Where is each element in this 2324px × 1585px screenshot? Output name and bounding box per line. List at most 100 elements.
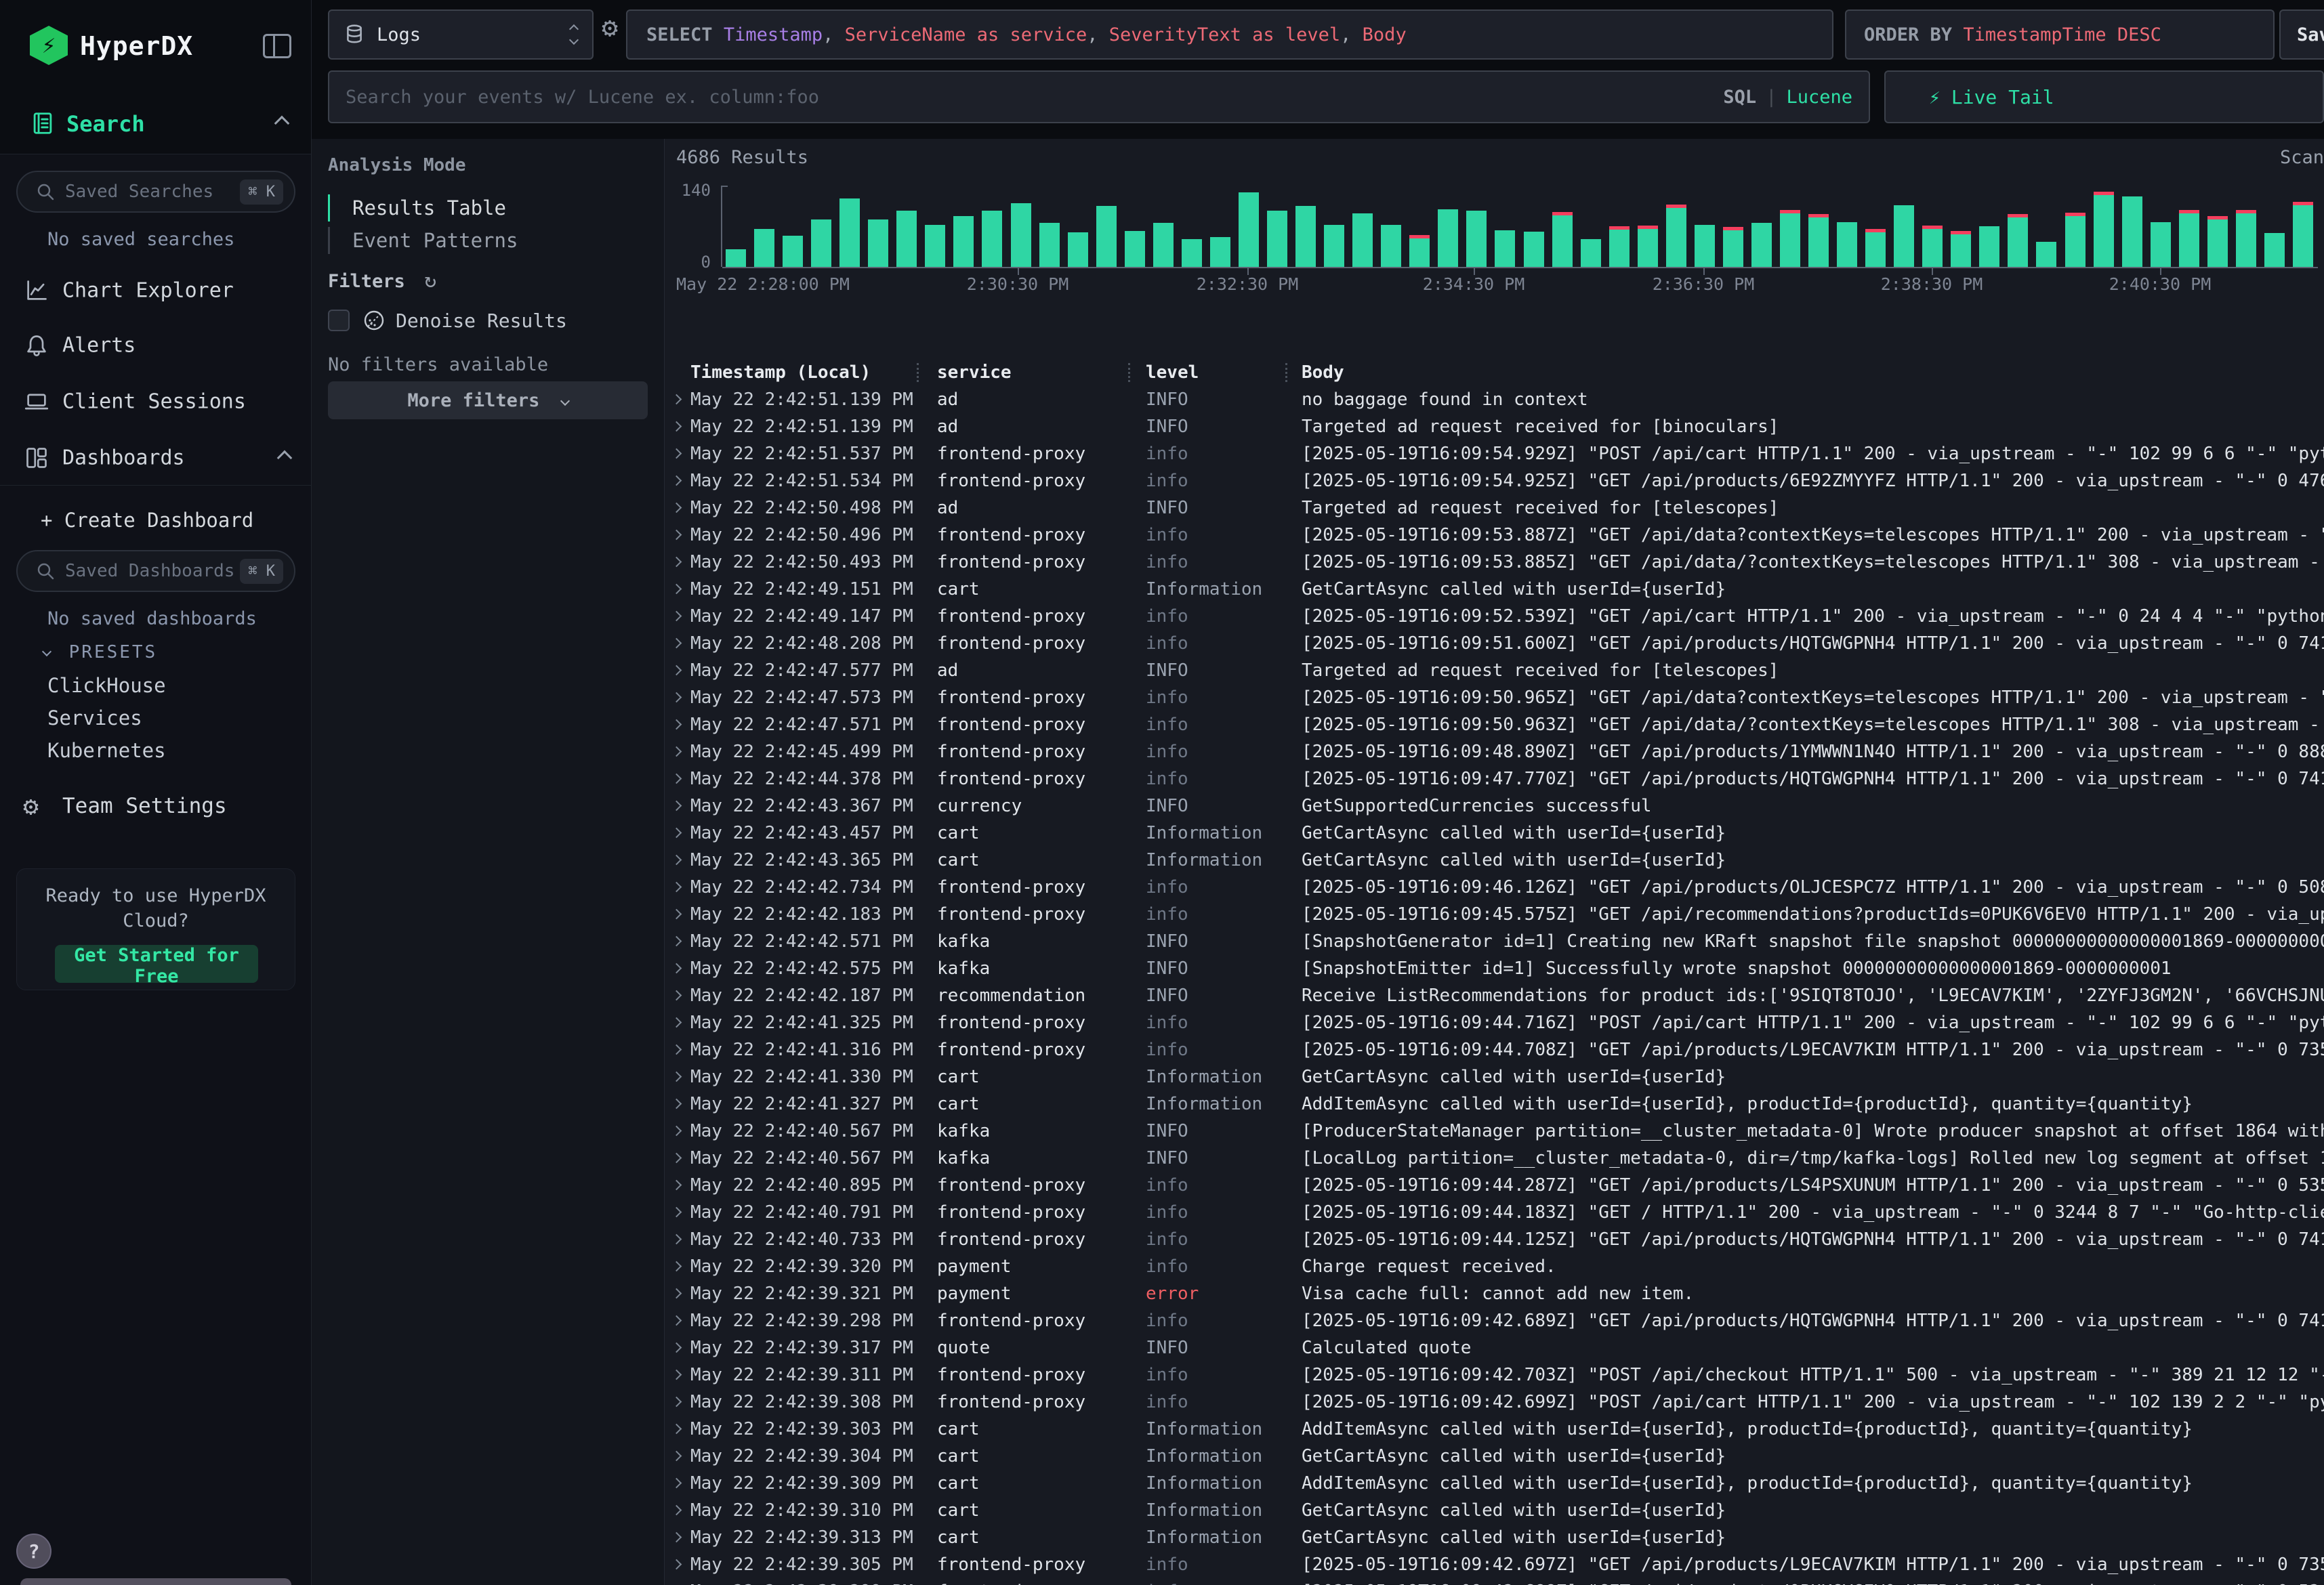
preset-kubernetes[interactable]: Kubernetes (47, 739, 166, 762)
log-row[interactable]: May 22 2:42:50.498 PMadINFOTargeted ad r… (665, 494, 2324, 522)
histogram-bar[interactable] (2236, 213, 2256, 267)
histogram-bar[interactable] (1125, 231, 1145, 267)
expand-row-icon[interactable] (671, 746, 682, 757)
live-tail-button[interactable]: ⚡ Live Tail (1884, 70, 2324, 123)
histogram-bar[interactable] (1495, 230, 1515, 267)
col-service[interactable]: service (937, 359, 1012, 386)
histogram-bar[interactable] (2065, 216, 2086, 267)
expand-row-icon[interactable] (671, 828, 682, 839)
log-row[interactable]: May 22 2:42:45.499 PMfrontend-proxyinfo[… (665, 738, 2324, 765)
sidebar-item-search[interactable]: Search (0, 108, 311, 138)
log-row[interactable]: May 22 2:42:41.325 PMfrontend-proxyinfo[… (665, 1009, 2324, 1036)
histogram-bar[interactable] (783, 236, 803, 267)
log-row[interactable]: May 22 2:42:50.496 PMfrontend-proxyinfo[… (665, 522, 2324, 549)
order-by-input[interactable]: ORDER BY TimestampTime DESC (1845, 9, 2275, 60)
histogram-bar[interactable] (1922, 229, 1943, 267)
histogram-bar[interactable] (1609, 230, 1630, 267)
expand-row-icon[interactable] (671, 503, 682, 513)
histogram-bar[interactable] (1808, 217, 1829, 267)
expand-row-icon[interactable] (671, 1397, 682, 1408)
log-row[interactable]: May 22 2:42:40.567 PMkafkaINFO[ProducerS… (665, 1118, 2324, 1145)
log-row[interactable]: May 22 2:42:40.791 PMfrontend-proxyinfo[… (665, 1199, 2324, 1226)
column-resize-handle[interactable] (1285, 363, 1287, 382)
expand-row-icon[interactable] (671, 801, 682, 811)
log-row[interactable]: May 22 2:42:39.321 PMpaymenterrorVisa ca… (665, 1280, 2324, 1307)
presets-toggle[interactable]: PRESETS (43, 642, 157, 662)
histogram-bar[interactable] (1751, 223, 1772, 267)
histogram-bar[interactable] (1153, 223, 1174, 267)
log-row[interactable]: May 22 2:42:49.147 PMfrontend-proxyinfo[… (665, 603, 2324, 630)
saved-dashboards-input[interactable]: Saved Dashboards ⌘ K (16, 550, 295, 592)
create-dashboard-button[interactable]: + Create Dashboard (0, 500, 312, 541)
histogram-bar[interactable] (2151, 222, 2171, 267)
expand-row-icon[interactable] (671, 530, 682, 541)
sidebar-item-team-settings[interactable]: ⚙ Team Settings (0, 786, 312, 826)
log-row[interactable]: May 22 2:42:39.309 PMcartInformationAddI… (665, 1470, 2324, 1497)
chevron-up-icon[interactable] (277, 450, 293, 466)
col-timestamp[interactable]: Timestamp (Local) (690, 359, 871, 386)
histogram-bar[interactable] (1780, 213, 1800, 267)
expand-row-icon[interactable] (671, 638, 682, 649)
log-row[interactable]: May 22 2:42:51.139 PMadINFOTargeted ad r… (665, 413, 2324, 440)
column-resize-handle[interactable] (917, 363, 919, 382)
log-row[interactable]: May 22 2:42:39.313 PMcartInformationGetC… (665, 1524, 2324, 1551)
expand-row-icon[interactable] (671, 1424, 682, 1435)
get-started-button[interactable]: Get Started for Free (55, 945, 258, 983)
histogram-bar[interactable] (2179, 213, 2199, 267)
histogram-bar[interactable] (982, 211, 1002, 267)
expand-row-icon[interactable] (671, 1017, 682, 1028)
source-settings-gear-icon[interactable]: ⚙ (602, 12, 618, 43)
histogram-bar[interactable] (1239, 192, 1259, 267)
expand-row-icon[interactable] (671, 1478, 682, 1489)
histogram-bar[interactable] (1466, 211, 1487, 267)
histogram-bar[interactable] (2094, 195, 2114, 267)
saved-searches-input[interactable]: Saved Searches ⌘ K (16, 171, 295, 213)
mode-lucene[interactable]: Lucene (1786, 87, 1852, 108)
analysis-mode-event-patterns[interactable]: Event Patterns (328, 224, 626, 257)
expand-row-icon[interactable] (671, 1288, 682, 1299)
log-row[interactable]: May 22 2:42:51.139 PMadINFOno baggage fo… (665, 386, 2324, 413)
denoise-checkbox[interactable] (328, 310, 350, 331)
preset-clickhouse[interactable]: ClickHouse (47, 674, 166, 697)
expand-row-icon[interactable] (671, 611, 682, 622)
log-row[interactable]: May 22 2:42:44.378 PMfrontend-proxyinfo[… (665, 765, 2324, 792)
histogram-bar[interactable] (839, 198, 860, 267)
log-row[interactable]: May 22 2:42:42.575 PMkafkaINFO[SnapshotE… (665, 955, 2324, 982)
histogram-bar[interactable] (2207, 219, 2228, 267)
preset-services[interactable]: Services (47, 706, 142, 730)
log-row[interactable]: May 22 2:42:47.571 PMfrontend-proxyinfo[… (665, 711, 2324, 738)
log-row[interactable]: May 22 2:42:42.183 PMfrontend-proxyinfo[… (665, 901, 2324, 928)
expand-row-icon[interactable] (671, 394, 682, 405)
histogram-bar[interactable] (1409, 238, 1430, 267)
histogram-bar[interactable] (811, 219, 831, 267)
log-row[interactable]: May 22 2:42:51.534 PMfrontend-proxyinfo[… (665, 467, 2324, 494)
histogram-bar[interactable] (2122, 196, 2142, 267)
column-resize-handle[interactable] (1128, 363, 1130, 382)
histogram-bar[interactable] (896, 211, 917, 267)
help-button[interactable]: ? (16, 1534, 51, 1569)
mode-sql[interactable]: SQL (1723, 87, 1756, 108)
expand-row-icon[interactable] (671, 1261, 682, 1272)
histogram-bar[interactable] (2293, 205, 2313, 267)
histogram-bar[interactable] (1951, 234, 1971, 267)
histogram-bar[interactable] (1837, 222, 1857, 267)
log-row[interactable]: May 22 2:42:41.316 PMfrontend-proxyinfo[… (665, 1036, 2324, 1063)
refresh-icon[interactable]: ↻ (424, 269, 436, 293)
histogram-bar[interactable] (1039, 223, 1060, 267)
col-level[interactable]: level (1146, 359, 1199, 386)
log-row[interactable]: May 22 2:42:47.573 PMfrontend-proxyinfo[… (665, 684, 2324, 711)
expand-row-icon[interactable] (671, 936, 682, 947)
histogram-bar[interactable] (1267, 211, 1287, 267)
log-row[interactable]: May 22 2:42:39.311 PMfrontend-proxyinfo[… (665, 1361, 2324, 1389)
histogram-bar[interactable] (1638, 229, 1658, 267)
expand-row-icon[interactable] (671, 990, 682, 1001)
expand-row-icon[interactable] (671, 1126, 682, 1137)
histogram-bar[interactable] (1068, 232, 1088, 267)
histogram-bar[interactable] (726, 249, 746, 267)
expand-row-icon[interactable] (671, 557, 682, 568)
histogram-bar[interactable] (1524, 232, 1544, 267)
source-select[interactable]: Logs (328, 9, 594, 60)
histogram-bar[interactable] (2264, 233, 2285, 267)
sidebar-item-alerts[interactable]: Alerts (0, 325, 312, 366)
histogram-bar[interactable] (1894, 205, 1914, 267)
